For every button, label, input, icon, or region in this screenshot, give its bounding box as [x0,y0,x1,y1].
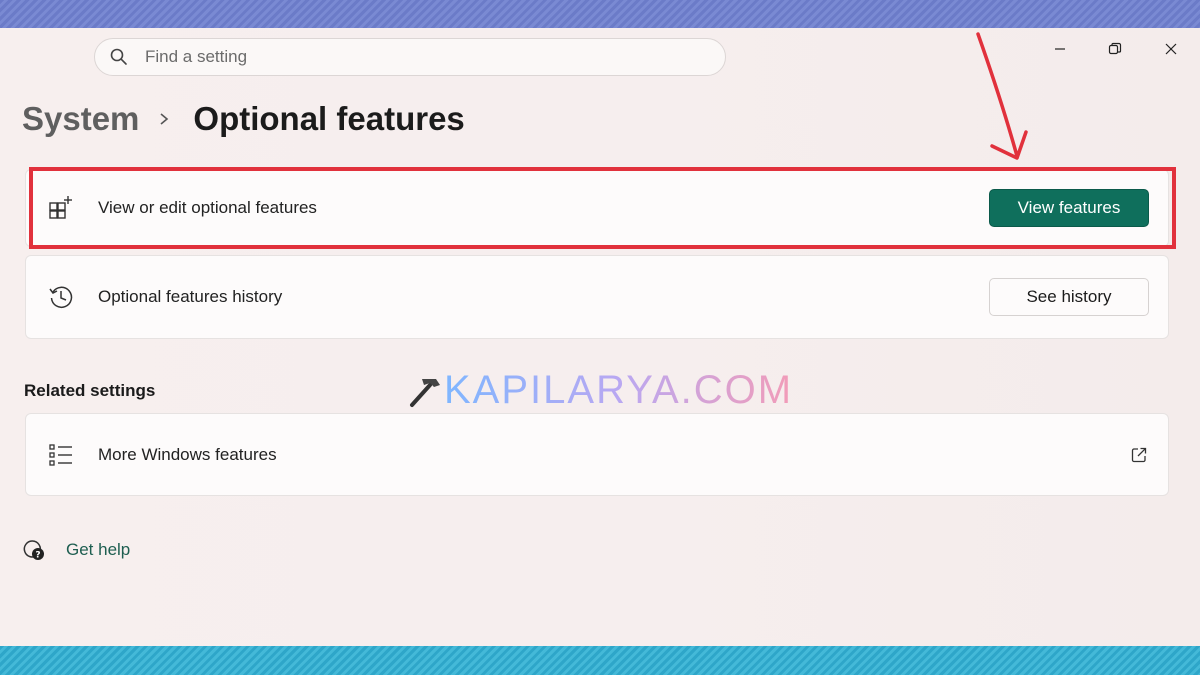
help-chat-icon: ? [23,540,44,561]
restore-icon [1108,42,1122,55]
history-icon [48,284,74,310]
settings-window: System Optional features View or edit op… [0,28,1200,646]
close-button[interactable] [1157,38,1185,60]
list-icon [48,442,74,468]
watermark: KAPILARYA.COM [406,368,793,413]
add-app-grid-icon [48,195,74,221]
view-optional-features-card: View or edit optional features View feat… [25,169,1169,247]
more-windows-features-card[interactable]: More Windows features [25,413,1169,496]
related-settings-heading: Related settings [24,381,156,400]
watermark-text: KAPILARYA.COM [444,368,794,412]
restore-button[interactable] [1101,38,1129,60]
search-icon [110,48,127,65]
page-title: Optional features [193,100,465,137]
hammer-icon [410,378,440,407]
open-external-icon[interactable] [1130,446,1148,464]
minimize-icon [1055,48,1065,50]
card-label: More Windows features [98,444,277,464]
card-label: Optional features history [98,287,283,306]
get-help-label: Get help [66,540,131,559]
desktop-top-edge [0,0,1200,28]
desktop-bottom-edge [0,646,1200,675]
search-input[interactable] [143,46,725,68]
breadcrumb: System Optional features [22,100,465,138]
breadcrumb-system[interactable]: System [22,100,139,138]
chevron-right-icon [159,111,171,127]
optional-features-history-card: Optional features history See history [25,255,1169,339]
svg-text:?: ? [35,551,40,561]
red-arrow-annotation [976,32,1028,160]
close-icon [1165,43,1177,55]
see-history-button[interactable]: See history [989,278,1149,316]
search-box[interactable] [94,38,726,76]
get-help-link[interactable]: ? Get help [22,538,130,562]
card-label: View or edit optional features [98,198,317,217]
minimize-button[interactable] [1046,38,1074,60]
view-features-button[interactable]: View features [989,189,1149,227]
